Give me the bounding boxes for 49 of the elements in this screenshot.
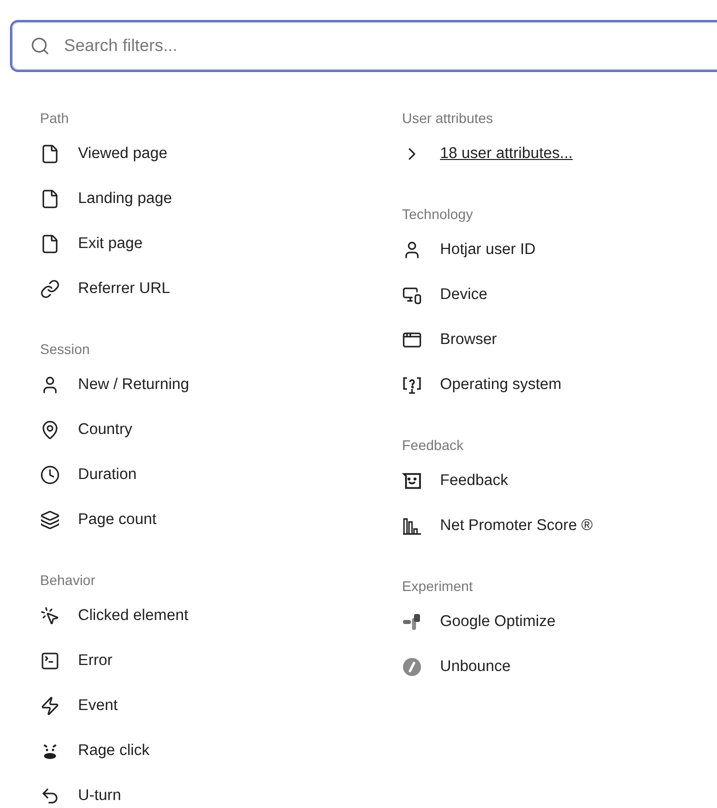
monitor-question-icon [402,374,422,394]
section-heading: Experiment [402,576,474,596]
lightning-bolt-icon [40,696,60,716]
filter-option[interactable]: Country [78,418,132,442]
filter-option[interactable]: Device [440,282,488,306]
layers-icon [40,510,60,530]
slash-circle-icon [402,656,422,676]
filter-option[interactable]: U-turn [78,784,122,808]
pointer-click-icon [40,606,60,626]
filter-option[interactable]: Page count [78,508,156,532]
search-field[interactable]: Search filters... [10,20,717,72]
page-icon [40,144,60,164]
optimize-logo-icon [402,612,422,632]
filter-option[interactable]: Referrer URL [78,276,170,300]
filter-option[interactable]: Clicked element [78,604,188,628]
filter-option[interactable]: Unbounce [440,654,511,678]
filter-option[interactable]: Duration [78,462,137,486]
filter-option[interactable]: Hotjar user ID [440,238,536,262]
filter-option[interactable]: New / Returning [78,372,190,396]
location-pin-icon [40,420,60,440]
smiley-message-icon [402,470,422,490]
browser-window-icon [402,330,422,350]
filter-option[interactable]: Browser [440,328,497,352]
section-heading: User attributes [402,108,494,128]
terminal-window-icon [40,650,60,670]
page-icon [40,234,60,254]
clock-icon [40,464,60,484]
section-heading: Feedback [402,436,464,454]
filter-option[interactable]: Exit page [78,232,143,256]
monitor-phone-icon [402,284,422,304]
return-arrow-icon [40,786,60,806]
filter-option[interactable]: Error [78,648,112,672]
filter-option[interactable]: Viewed page [78,142,168,166]
page-icon [40,188,60,208]
filter-option[interactable]: Net Promoter Score ® [440,514,593,538]
section-heading: Behavior [40,570,96,590]
section-heading: Technology [402,204,474,224]
filter-option[interactable]: Google Optimize [440,610,556,634]
filter-option[interactable]: Rage click [78,738,150,762]
filter-option[interactable]: Feedback [440,468,508,492]
search-icon [30,36,50,56]
filter-option[interactable]: Landing page [78,186,172,210]
bar-chart-icon [402,516,422,536]
filter-option[interactable]: Operating system [440,372,562,396]
filter-option[interactable]: Event [78,694,118,718]
section-heading: Session [40,340,91,358]
attributes-link[interactable]: 18 user attributes... [440,142,573,166]
link-icon [40,278,60,298]
section-heading: Path [40,108,70,128]
